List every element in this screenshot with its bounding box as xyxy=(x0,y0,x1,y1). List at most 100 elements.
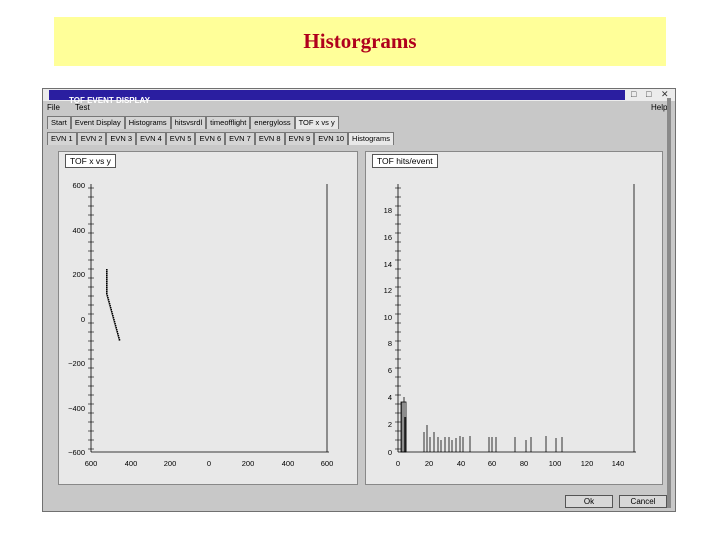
plot-panel-left: TOF x vs y 600 400 200 0 −200 −400 −600 … xyxy=(58,151,358,485)
scatter-point xyxy=(106,293,108,295)
scatter-point xyxy=(114,323,116,325)
tab-evn-2[interactable]: EVN 2 xyxy=(76,132,107,145)
plot-title-right: TOF hits/event xyxy=(372,154,438,168)
xy-scatter-plot: 600 400 200 0 −200 −400 −600 600 400 200… xyxy=(68,181,334,468)
x-tick-label: 80 xyxy=(520,459,528,468)
scatter-point xyxy=(106,275,108,277)
scatter-point xyxy=(106,281,108,283)
scatter-point xyxy=(114,325,117,327)
x-tick-label: 60 xyxy=(488,459,496,468)
y-tick-label: 400 xyxy=(72,226,85,235)
y-tick-label: 14 xyxy=(384,260,392,269)
scatter-point xyxy=(106,295,109,297)
slide-title-banner: Historgrams xyxy=(54,17,666,66)
y-tick-label: 16 xyxy=(384,233,392,242)
scatter-point xyxy=(109,307,112,309)
tab-evn-6[interactable]: EVN 6 xyxy=(195,132,226,145)
tab-evn-3[interactable]: EVN 3 xyxy=(106,132,137,145)
tab-start[interactable]: Start xyxy=(47,116,71,129)
plot-title-left: TOF x vs y xyxy=(65,154,116,168)
tab-hitsvsrdl[interactable]: hitsvsrdl xyxy=(170,116,207,129)
scatter-point xyxy=(106,291,108,293)
window-scrollbar[interactable] xyxy=(667,98,671,508)
scatter-point xyxy=(106,273,108,275)
y-tick-label: 600 xyxy=(72,181,85,190)
x-tick-label: 400 xyxy=(282,459,295,468)
y-tick-label: 4 xyxy=(388,393,392,402)
tab-evn-9[interactable]: EVN 9 xyxy=(284,132,315,145)
y-tick-label: −400 xyxy=(68,404,85,413)
window-titlebar: TOF EVENT DISPLAY □ □ ✕ xyxy=(43,89,675,105)
scatter-point xyxy=(106,277,108,279)
histogram-bars xyxy=(400,397,563,453)
scatter-point xyxy=(110,311,113,313)
y-tick-label: −600 xyxy=(68,448,85,457)
restore-icon[interactable]: □ xyxy=(646,89,651,100)
y-tick-label: 10 xyxy=(384,313,392,322)
tab-evn-8[interactable]: EVN 8 xyxy=(254,132,285,145)
y-tick-label: 8 xyxy=(388,339,392,348)
x-tick-label: 140 xyxy=(612,459,625,468)
x-tick-label: 200 xyxy=(164,459,177,468)
y-tick-label: −200 xyxy=(68,359,85,368)
tab-evn-7[interactable]: EVN 7 xyxy=(225,132,255,145)
x-tick-label: 100 xyxy=(549,459,562,468)
x-tick-label: 40 xyxy=(457,459,465,468)
x-tick-label: 0 xyxy=(207,459,211,468)
scatter-point xyxy=(106,289,108,291)
scatter-point xyxy=(118,337,120,339)
x-tick-label: 20 xyxy=(425,459,433,468)
scatter-point xyxy=(113,321,116,323)
y-tick-label: 200 xyxy=(72,270,85,279)
tab-evn-1[interactable]: EVN 1 xyxy=(47,132,77,145)
scatter-point xyxy=(106,269,108,271)
scatter-point xyxy=(109,305,111,307)
scatter-point xyxy=(115,327,117,329)
scatter-point xyxy=(113,319,115,321)
y-tick-label: 2 xyxy=(388,420,392,429)
x-tick-label: 400 xyxy=(125,459,138,468)
ok-button[interactable]: Ok xyxy=(565,495,613,508)
event-tab-bar: EVN 1 EVN 2 EVN 3 EVN 4 EVN 5 EVN 6 EVN … xyxy=(47,132,394,145)
tab-energyloss[interactable]: energyloss xyxy=(250,116,295,129)
main-tab-bar: Start Event Display Histograms hitsvsrdl… xyxy=(47,116,339,129)
menubar: File Test Help xyxy=(47,103,671,113)
menu-test[interactable]: Test xyxy=(75,103,90,112)
scatter-point xyxy=(106,283,108,285)
scatter-point xyxy=(117,333,119,335)
tab-tof-x-vs-y[interactable]: TOF x vs y xyxy=(294,116,339,129)
x-tick-label: 600 xyxy=(85,459,98,468)
tab-histograms[interactable]: Histograms xyxy=(124,116,171,129)
tab-evn-5[interactable]: EVN 5 xyxy=(165,132,196,145)
x-tick-label: 600 xyxy=(321,459,334,468)
minimize-icon[interactable]: □ xyxy=(631,89,636,100)
scatter-point xyxy=(118,339,121,341)
tab-timeofflight[interactable]: timeofflight xyxy=(206,116,251,129)
tab-evn-10[interactable]: EVN 10 xyxy=(314,132,349,145)
y-tick-label: 0 xyxy=(388,448,392,457)
scatter-point xyxy=(115,329,118,331)
y-tick-label: 6 xyxy=(388,366,392,375)
scatter-point xyxy=(108,303,111,305)
titlebar-active-area[interactable]: TOF EVENT DISPLAY xyxy=(49,90,625,105)
cancel-button[interactable]: Cancel xyxy=(619,495,667,508)
scatter-point xyxy=(116,331,119,333)
tab-evn-4[interactable]: EVN 4 xyxy=(136,132,166,145)
menu-file[interactable]: File xyxy=(47,103,60,112)
hits-histogram: 18 16 14 12 10 8 6 4 2 0 0 20 40 60 80 1… xyxy=(384,184,636,468)
scatter-points xyxy=(106,269,121,341)
x-tick-label: 200 xyxy=(242,459,255,468)
scatter-point xyxy=(111,313,114,315)
scatter-point xyxy=(108,301,110,303)
scatter-point xyxy=(110,309,112,311)
scatter-point xyxy=(107,297,109,299)
menu-help[interactable]: Help xyxy=(651,103,667,112)
scatter-point xyxy=(107,299,110,301)
scatter-point xyxy=(106,285,108,287)
tab-histograms-sub[interactable]: Histograms xyxy=(348,132,394,145)
scatter-point xyxy=(112,315,114,317)
y-tick-label: 18 xyxy=(384,206,392,215)
y-tick-label: 12 xyxy=(384,286,392,295)
tab-event-display[interactable]: Event Display xyxy=(70,116,125,129)
x-tick-label: 0 xyxy=(396,459,400,468)
